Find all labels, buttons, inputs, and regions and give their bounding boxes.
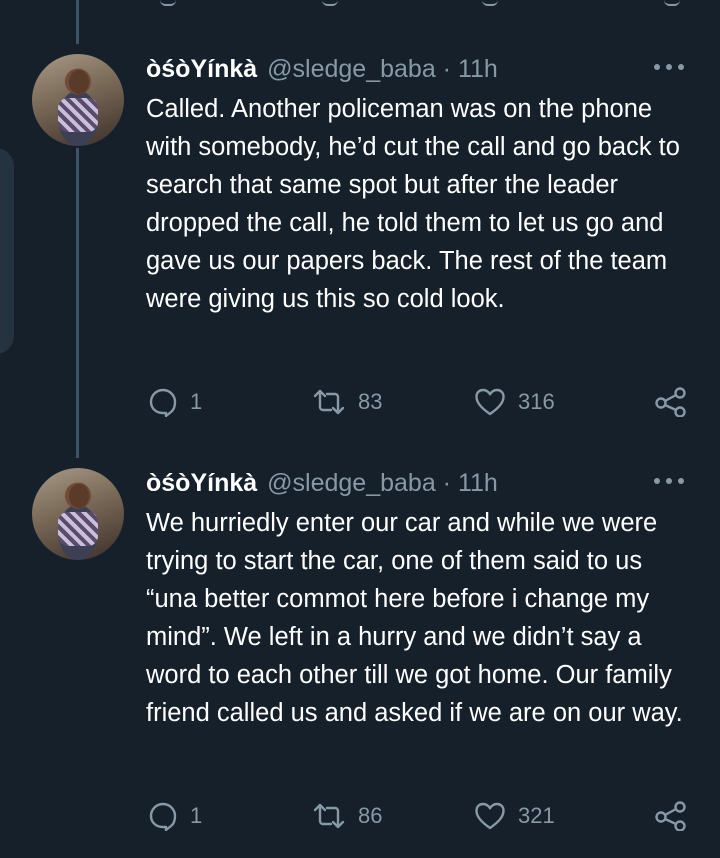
reply-button[interactable]: 1 [148,801,202,831]
share-icon [655,801,686,831]
retweet-button[interactable]: 83 [312,387,382,417]
retweet-count: 83 [358,389,383,414]
retweet-icon [313,389,345,415]
retweet-icon [313,803,345,829]
tweet-actions: 1 83 316 [0,385,720,421]
retweet-icon [322,0,338,6]
tweet-header: òśòYínkà @sledge_baba · 11h [146,54,498,84]
previous-tweet-actions-fragment [0,0,720,10]
reply-button[interactable]: 1 [148,387,202,417]
heart-icon [482,0,498,6]
thread-connector-line [76,0,79,44]
avatar[interactable] [32,54,124,146]
like-count: 316 [518,389,555,414]
retweet-button[interactable]: 86 [312,801,382,831]
tweet-text: Called. Another policeman was on the pho… [146,95,680,313]
more-dots-icon[interactable] [654,64,686,72]
share-button[interactable] [654,801,688,831]
reply-bubble-icon [149,388,177,417]
like-button[interactable]: 321 [474,801,555,831]
handle-and-time[interactable]: @sledge_baba · 11h [267,469,498,498]
tweet-text: We hurriedly enter our car and while we … [146,509,683,727]
avatar[interactable] [32,468,124,560]
like-count: 321 [518,803,555,828]
reply-count: 1 [190,803,203,828]
heart-icon [475,388,505,416]
side-panel-tab[interactable] [0,148,14,354]
tweet-header: òśòYínkà @sledge_baba · 11h [146,468,498,498]
heart-icon [475,802,505,830]
display-name[interactable]: òśòYínkà [146,469,257,498]
reply-icon [160,0,176,6]
reply-bubble-icon [149,802,177,831]
display-name[interactable]: òśòYínkà [146,55,257,84]
reply-count: 1 [190,389,203,414]
like-button[interactable]: 316 [474,387,555,417]
share-icon [664,0,680,6]
retweet-count: 86 [358,803,383,828]
share-button[interactable] [654,387,688,417]
tweet-actions: 1 86 321 [0,799,720,835]
handle-and-time[interactable]: @sledge_baba · 11h [267,55,498,84]
more-dots-icon[interactable] [654,478,686,486]
share-icon [655,387,686,417]
